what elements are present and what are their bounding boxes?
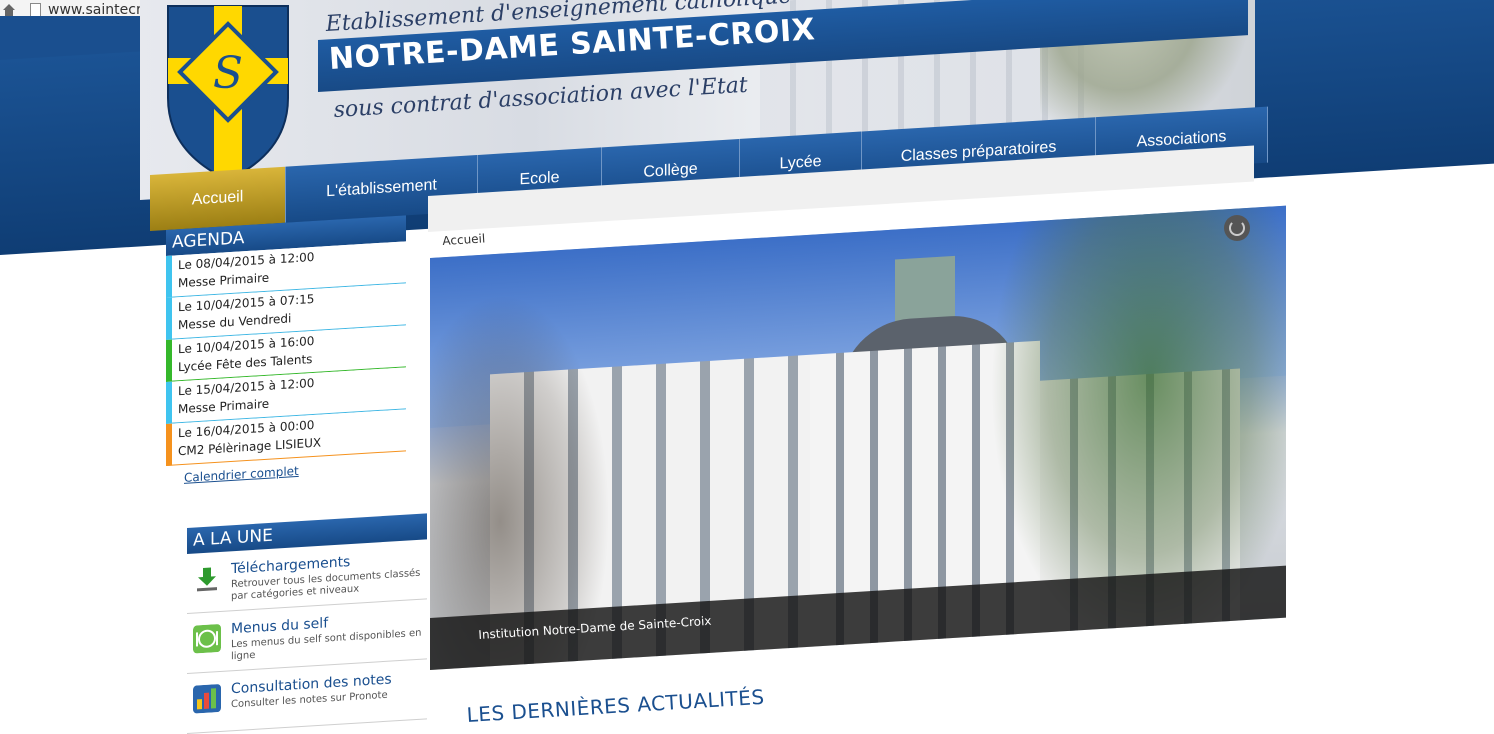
page-icon [30, 3, 41, 17]
nav-accueil[interactable]: Accueil [150, 166, 286, 231]
plate-icon [193, 624, 221, 654]
loading-spinner-icon [1224, 215, 1250, 241]
svg-text:S: S [213, 48, 243, 99]
download-icon [197, 567, 217, 592]
grades-icon [193, 684, 221, 714]
home-icon[interactable] [2, 3, 16, 17]
a-la-une-panel: A LA UNE Téléchargements Retrouver tous … [187, 513, 427, 734]
agenda-panel: AGENDA Le 08/04/2015 à 12:00 Messe Prima… [166, 215, 406, 510]
latest-news-heading: LES DERNIÈRES ACTUALITÉS [466, 684, 766, 727]
slideshow-image[interactable] [430, 205, 1286, 671]
breadcrumb-accueil[interactable]: Accueil [442, 231, 486, 248]
school-crest-logo[interactable]: S [162, 2, 294, 182]
